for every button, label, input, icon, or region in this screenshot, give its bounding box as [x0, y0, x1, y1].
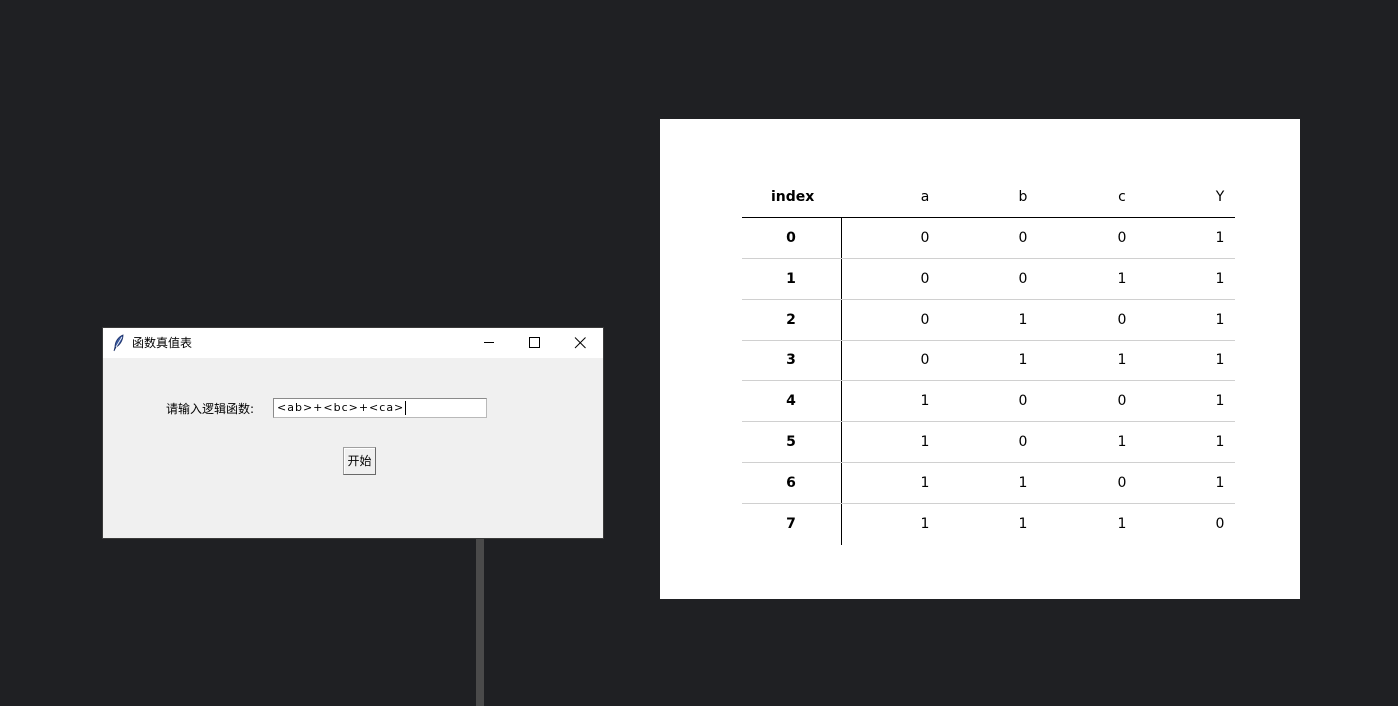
truth-table-figure: index a b c Y 0 0 0 0 1 1 0 0 1 1 2 0 1 0 1 3 0 1 1 1 4 1 0 0 1 5 1 0 1 1 6… [660, 119, 1300, 599]
maximize-button[interactable] [511, 328, 557, 358]
table-cell-y: 1 [1215, 311, 1225, 328]
table-cell-a: 0 [920, 352, 930, 369]
row-index-cell: 2 [786, 311, 796, 328]
column-header-y: Y [1215, 189, 1225, 205]
row-divider [742, 380, 1235, 381]
table-cell-y: 1 [1215, 270, 1225, 287]
table-cell-c: 0 [1117, 393, 1127, 410]
table-cell-y: 0 [1215, 515, 1225, 532]
column-header-a: a [920, 189, 930, 205]
row-index-cell: 0 [786, 230, 796, 246]
tk-feather-icon [112, 334, 126, 352]
title-bar[interactable]: 函数真值表 [103, 328, 603, 358]
start-button[interactable]: 开始 [343, 447, 376, 475]
text-caret [405, 401, 407, 415]
table-cell-c: 1 [1117, 434, 1127, 450]
table-cell-c: 0 [1117, 474, 1127, 491]
column-header-b: b [1018, 189, 1028, 205]
minimize-button[interactable] [466, 328, 512, 358]
row-index-cell: 1 [786, 270, 796, 287]
expression-input-text: <ab>+<bc>+<ca> [277, 401, 405, 414]
table-cell-b: 1 [1018, 311, 1028, 328]
table-cell-a: 0 [920, 230, 930, 246]
row-divider [742, 421, 1235, 422]
truth-table-window: 函数真值表 请输入逻辑函数: <ab>+<bc>+<ca> 开始 [103, 328, 603, 538]
row-index-cell: 6 [786, 474, 796, 491]
window-title: 函数真值表 [132, 336, 193, 350]
table-cell-y: 1 [1215, 230, 1225, 246]
table-cell-b: 1 [1018, 515, 1028, 532]
table-cell-y: 1 [1215, 434, 1225, 450]
table-cell-b: 0 [1018, 434, 1028, 450]
index-separator [841, 218, 842, 545]
table-cell-c: 1 [1117, 270, 1127, 287]
expression-input[interactable]: <ab>+<bc>+<ca> [273, 398, 487, 418]
table-cell-y: 1 [1215, 474, 1225, 491]
expression-prompt-label: 请输入逻辑函数: [166, 402, 255, 416]
row-divider [742, 503, 1235, 504]
table-cell-a: 1 [920, 393, 930, 410]
close-button[interactable] [557, 328, 603, 358]
table-cell-a: 1 [920, 474, 930, 491]
row-index-cell: 4 [786, 393, 796, 410]
table-cell-a: 1 [920, 515, 930, 532]
table-cell-b: 0 [1018, 230, 1028, 246]
column-header-index: index [771, 189, 815, 205]
table-cell-b: 0 [1018, 393, 1028, 410]
row-index-cell: 7 [786, 515, 796, 532]
table-cell-a: 1 [920, 434, 930, 450]
table-cell-c: 1 [1117, 352, 1127, 369]
table-cell-b: 1 [1018, 352, 1028, 369]
table-cell-c: 0 [1117, 230, 1127, 246]
row-divider [742, 299, 1235, 300]
row-index-cell: 3 [786, 352, 796, 369]
column-header-c: c [1118, 189, 1126, 205]
row-divider [742, 462, 1235, 463]
table-cell-y: 1 [1215, 393, 1225, 410]
background-window-edge [476, 538, 484, 706]
table-cell-a: 0 [920, 311, 930, 328]
header-rule [742, 217, 1235, 218]
row-divider [742, 258, 1235, 259]
table-cell-a: 0 [920, 270, 930, 287]
table-cell-b: 0 [1018, 270, 1028, 287]
table-cell-b: 1 [1018, 474, 1028, 491]
row-index-cell: 5 [786, 434, 796, 450]
table-cell-c: 0 [1117, 311, 1127, 328]
row-divider [742, 340, 1235, 341]
window-client-area: 请输入逻辑函数: <ab>+<bc>+<ca> 开始 [103, 358, 603, 538]
table-cell-y: 1 [1215, 352, 1225, 369]
table-cell-c: 1 [1117, 515, 1127, 532]
